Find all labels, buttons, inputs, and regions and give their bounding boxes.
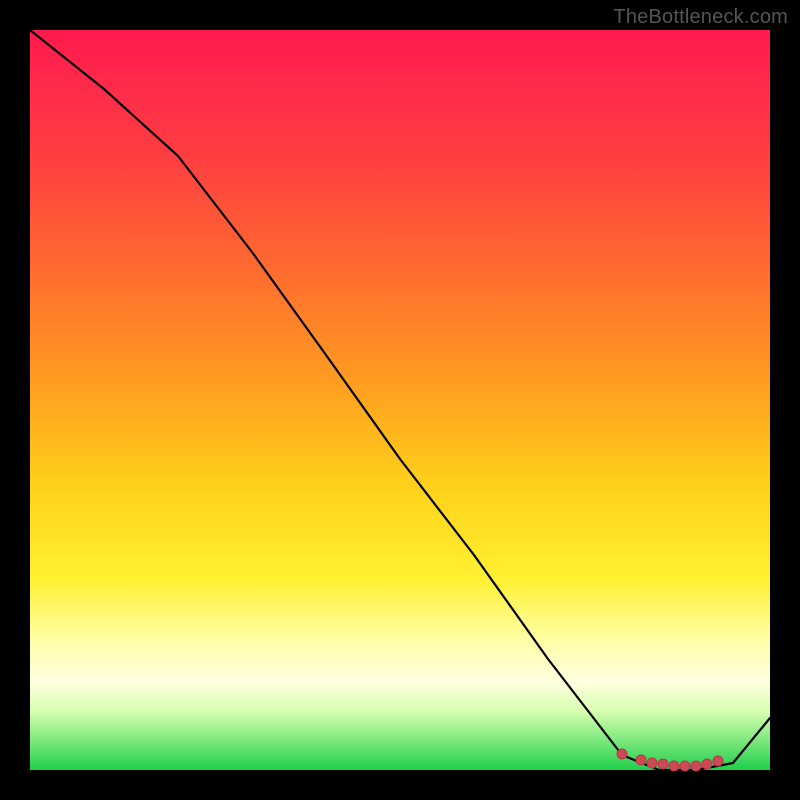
plot-area — [30, 30, 770, 770]
chart-frame: TheBottleneck.com — [0, 0, 800, 800]
chart-svg — [30, 30, 770, 770]
attribution-label: TheBottleneck.com — [613, 6, 788, 29]
bottleneck-line — [30, 30, 770, 770]
